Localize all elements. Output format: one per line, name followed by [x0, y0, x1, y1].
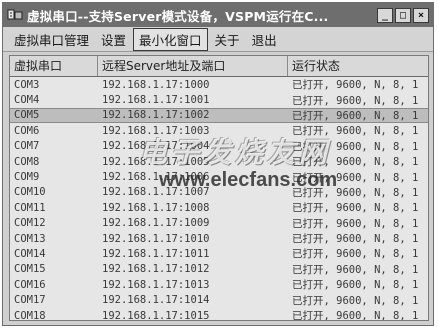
cell-virtual-port: COM16: [14, 278, 46, 291]
table-row[interactable]: COM5 192.168.1.17:1002 已打开, 9600, N, 8, 1: [10, 107, 428, 124]
cell-status: 已打开, 9600, N, 8, 1: [292, 79, 419, 92]
table-row[interactable]: COM6 192.168.1.17:1003 已打开, 9600, N, 8, 1: [10, 123, 428, 138]
cell-remote-address: 192.168.1.17:1007: [102, 186, 210, 199]
cell-status: 已打开, 9600, N, 8, 1: [292, 294, 419, 307]
cell-remote-address: 192.168.1.17:1000: [102, 78, 210, 91]
cell-remote-address: 192.168.1.17:1009: [102, 217, 210, 230]
table-row[interactable]: COM16 192.168.1.17:1013 已打开, 9600, N, 8, 1: [10, 277, 428, 292]
cell-status: 已打开, 9600, N, 8, 1: [292, 186, 419, 199]
maximize-button[interactable]: □: [395, 7, 411, 23]
table-row[interactable]: COM13 192.168.1.17:1010 已打开, 9600, N, 8, 1: [10, 231, 428, 246]
cell-remote-address: 192.168.1.17:1001: [102, 94, 210, 107]
cell-virtual-port: COM17: [14, 294, 46, 307]
cell-virtual-port: COM14: [14, 247, 46, 260]
minimize-button[interactable]: _: [377, 7, 393, 23]
cell-remote-address: 192.168.1.17:1004: [102, 140, 210, 153]
cell-remote-address: 192.168.1.17:1014: [102, 294, 210, 307]
table-row[interactable]: COM9 192.168.1.17:1006 已打开, 9600, N, 8, 1: [10, 169, 428, 184]
main-window: 虚拟串口--支持Server模式设备，VSPM运行在C... _ □ × 虚拟串…: [2, 2, 434, 326]
cell-remote-address: 192.168.1.17:1008: [102, 201, 210, 214]
menu-item[interactable]: 退出: [247, 29, 282, 50]
list-rows: COM3 192.168.1.17:1000 已打开, 9600, N, 8, 1C…: [10, 77, 428, 321]
table-row[interactable]: COM3 192.168.1.17:1000 已打开, 9600, N, 8, 1: [10, 77, 428, 92]
cell-virtual-port: COM5: [14, 109, 40, 122]
cell-remote-address: 192.168.1.17:1011: [102, 247, 210, 260]
cell-virtual-port: COM7: [14, 140, 40, 153]
table-row[interactable]: COM11 192.168.1.17:1008 已打开, 9600, N, 8, 1: [10, 200, 428, 215]
column-header-virtual-port[interactable]: 虚拟串口: [10, 56, 98, 76]
cell-virtual-port: COM13: [14, 232, 46, 245]
table-row[interactable]: COM18 192.168.1.17:1015 已打开, 9600, N, 8, 1: [10, 308, 428, 321]
cell-status: 已打开, 9600, N, 8, 1: [292, 125, 419, 138]
serial-port-app-icon: [7, 8, 23, 22]
cell-virtual-port: COM10: [14, 186, 46, 199]
window-title: 虚拟串口--支持Server模式设备，VSPM运行在C...: [27, 8, 329, 24]
table-row[interactable]: COM8 192.168.1.17:1005 已打开, 9600, N, 8, 1: [10, 154, 428, 169]
cell-status: 已打开, 9600, N, 8, 1: [292, 156, 419, 169]
column-header-status[interactable]: 运行状态: [288, 56, 428, 76]
cell-status: 已打开, 9600, N, 8, 1: [292, 279, 419, 292]
table-row[interactable]: COM10 192.168.1.17:1007 已打开, 9600, N, 8, 1: [10, 185, 428, 200]
menu-item[interactable]: 最小化窗口: [133, 27, 208, 51]
cell-remote-address: 192.168.1.17:1013: [102, 278, 210, 291]
table-row[interactable]: COM4 192.168.1.17:1001 已打开, 9600, N, 8, 1: [10, 92, 428, 107]
cell-remote-address: 192.168.1.17:1006: [102, 171, 210, 184]
cell-status: 已打开, 9600, N, 8, 1: [292, 171, 419, 184]
cell-remote-address: 192.168.1.17:1003: [102, 124, 210, 137]
cell-remote-address: 192.168.1.17:1002: [102, 109, 210, 122]
cell-status: 已打开, 9600, N, 8, 1: [292, 263, 419, 276]
menu-item[interactable]: 关于: [210, 29, 245, 50]
cell-status: 已打开, 9600, N, 8, 1: [292, 94, 419, 107]
cell-status: 已打开, 9600, N, 8, 1: [292, 140, 419, 153]
cell-remote-address: 192.168.1.17:1010: [102, 232, 210, 245]
port-list[interactable]: 虚拟串口 远程Server地址及端口 运行状态 COM3 192.168.1.17…: [9, 55, 429, 321]
cell-virtual-port: COM11: [14, 201, 46, 214]
close-button[interactable]: ×: [413, 7, 429, 23]
cell-virtual-port: COM4: [14, 94, 40, 107]
cell-remote-address: 192.168.1.17:1012: [102, 263, 210, 276]
cell-status: 已打开, 9600, N, 8, 1: [292, 248, 419, 261]
cell-virtual-port: COM12: [14, 217, 46, 230]
title-bar[interactable]: 虚拟串口--支持Server模式设备，VSPM运行在C... _ □ ×: [3, 3, 433, 27]
table-row[interactable]: COM17 192.168.1.17:1014 已打开, 9600, N, 8, 1: [10, 292, 428, 307]
menu-bar: 虚拟串口管理 设置 最小化窗口 关于 退出: [3, 27, 433, 52]
menu-item[interactable]: 设置: [96, 29, 131, 50]
table-row[interactable]: COM15 192.168.1.17:1012 已打开, 9600, N, 8, 1: [10, 262, 428, 277]
cell-virtual-port: COM9: [14, 171, 40, 184]
column-header-remote-address[interactable]: 远程Server地址及端口: [98, 56, 288, 76]
cell-virtual-port: COM15: [14, 263, 46, 276]
menu-item[interactable]: 虚拟串口管理: [9, 29, 94, 50]
table-row[interactable]: COM12 192.168.1.17:1009 已打开, 9600, N, 8, 1: [10, 216, 428, 231]
cell-status: 已打开, 9600, N, 8, 1: [292, 217, 419, 230]
list-header: 虚拟串口 远程Server地址及端口 运行状态: [10, 56, 428, 77]
table-row[interactable]: COM7 192.168.1.17:1004 已打开, 9600, N, 8, 1: [10, 139, 428, 154]
cell-status: 已打开, 9600, N, 8, 1: [292, 310, 419, 321]
cell-status: 已打开, 9600, N, 8, 1: [292, 109, 419, 122]
cell-remote-address: 192.168.1.17:1005: [102, 155, 210, 168]
cell-status: 已打开, 9600, N, 8, 1: [292, 202, 419, 215]
cell-remote-address: 192.168.1.17:1015: [102, 309, 210, 321]
cell-virtual-port: COM18: [14, 309, 46, 321]
cell-status: 已打开, 9600, N, 8, 1: [292, 233, 419, 246]
cell-virtual-port: COM6: [14, 124, 40, 137]
cell-virtual-port: COM3: [14, 78, 40, 91]
cell-virtual-port: COM8: [14, 155, 40, 168]
table-row[interactable]: COM14 192.168.1.17:1011 已打开, 9600, N, 8, 1: [10, 246, 428, 261]
